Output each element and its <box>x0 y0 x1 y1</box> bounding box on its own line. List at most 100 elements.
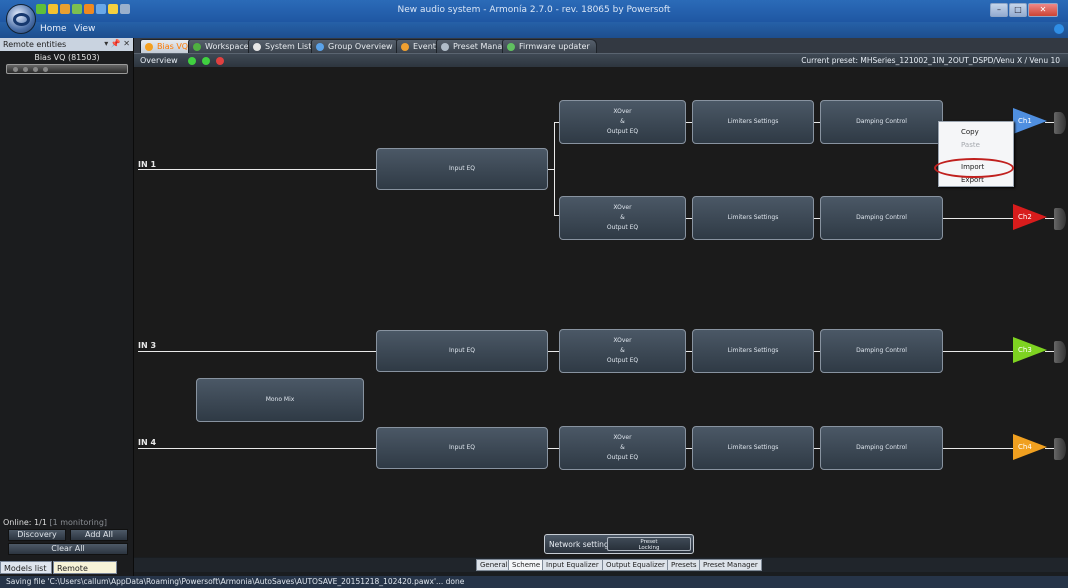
list-icon <box>253 43 261 51</box>
minimize-button[interactable]: – <box>990 3 1008 17</box>
tab-system-list[interactable]: System List <box>248 39 319 53</box>
speaker-icon <box>1054 438 1066 460</box>
xover-output-eq-block-3[interactable]: XOver & Output EQ <box>559 329 686 373</box>
channel-label-2: Ch2 <box>1018 213 1032 221</box>
app-logo-icon <box>13 13 30 26</box>
monitoring-count: [1 monitoring] <box>49 518 108 527</box>
tab-bias-vq[interactable]: Bias VQ <box>140 39 196 53</box>
input-label-3: IN 3 <box>138 341 157 350</box>
title-bar: New audio system - Armonía 2.7.0 - rev. … <box>0 0 1068 22</box>
limiters-block-1[interactable]: Limiters Settings <box>692 100 814 144</box>
damping-block-1[interactable]: Damping Control <box>820 100 943 144</box>
xover-output-eq-block-2[interactable]: XOver & Output EQ <box>559 196 686 240</box>
channel-label-3: Ch3 <box>1018 346 1032 354</box>
close-button[interactable]: ✕ <box>1028 3 1058 17</box>
device-thumbnail[interactable] <box>6 64 128 74</box>
status-led-icon <box>188 57 196 65</box>
menu-item-paste[interactable]: Paste <box>961 141 980 149</box>
panel-title: Remote entities <box>3 40 67 49</box>
signal-line <box>548 351 559 352</box>
ribbon-tabs: Home View <box>0 22 1068 38</box>
tab-firmware-updater[interactable]: Firmware updater <box>502 39 597 53</box>
tab-presets[interactable]: Presets <box>667 559 701 571</box>
tab-workspace[interactable]: Workspace <box>188 39 256 53</box>
device-led-icon <box>43 67 48 72</box>
menu-item-copy[interactable]: Copy <box>961 128 979 136</box>
signal-line <box>943 448 1013 449</box>
status-led-icon <box>202 57 210 65</box>
ribbon-tab-view[interactable]: View <box>74 24 95 34</box>
input-label-4: IN 4 <box>138 438 157 447</box>
mono-mix-block[interactable]: Mono Mix <box>196 378 364 422</box>
remote-entities-panel: Remote entities ▾ 📌 ✕ Bias VQ (81503) On… <box>0 38 134 582</box>
signal-line <box>943 351 1013 352</box>
group-icon <box>316 43 324 51</box>
tab-output-equalizer[interactable]: Output Equalizer <box>602 559 669 571</box>
channel-label-4: Ch4 <box>1018 443 1032 451</box>
device-led-icon <box>23 67 28 72</box>
tab-scheme[interactable]: Scheme <box>508 559 545 571</box>
limiters-block-2[interactable]: Limiters Settings <box>692 196 814 240</box>
damping-block-2[interactable]: Damping Control <box>820 196 943 240</box>
damping-block-4[interactable]: Damping Control <box>820 426 943 470</box>
application-menu-button[interactable] <box>6 4 36 34</box>
input-eq-block-1[interactable]: Input EQ <box>376 148 548 190</box>
view-tabs: General Scheme Input Equalizer Output Eq… <box>134 558 1068 572</box>
window-title: New audio system - Armonía 2.7.0 - rev. … <box>397 5 671 15</box>
overview-bar: Overview Current preset: MHSeries_121002… <box>134 53 1068 67</box>
limiters-block-4[interactable]: Limiters Settings <box>692 426 814 470</box>
signal-line <box>554 122 555 215</box>
current-preset: Current preset: MHSeries_121002_1IN_2OUT… <box>801 56 1060 65</box>
overview-label[interactable]: Overview <box>140 56 178 65</box>
speaker-icon <box>1054 208 1066 230</box>
status-bar: Saving file 'C:\Users\callum\AppData\Roa… <box>0 576 1068 588</box>
online-count: Online: 1/1 <box>3 518 47 527</box>
workspace-icon <box>193 43 201 51</box>
signal-line <box>138 448 376 449</box>
limiters-block-3[interactable]: Limiters Settings <box>692 329 814 373</box>
tab-remote-entities[interactable]: Remote entities <box>53 561 117 582</box>
discovery-button[interactable]: Discovery <box>8 529 66 541</box>
speaker-icon <box>1054 112 1066 134</box>
network-settings-panel: Network settings Preset Locking <box>544 534 694 554</box>
signal-line <box>943 218 1013 219</box>
panel-controls[interactable]: ▾ 📌 ✕ <box>104 39 130 48</box>
search-icon <box>145 43 153 51</box>
tab-models-list[interactable]: Models list <box>0 561 52 574</box>
input-eq-block-3[interactable]: Input EQ <box>376 330 548 372</box>
device-name[interactable]: Bias VQ (81503) <box>0 53 134 62</box>
clear-all-button[interactable]: Clear All <box>8 543 128 555</box>
speaker-icon <box>1054 341 1066 363</box>
ribbon-tab-home[interactable]: Home <box>40 24 67 34</box>
tab-group-overview[interactable]: Group Overview <box>311 39 400 53</box>
import-highlight-annotation <box>934 158 1014 178</box>
maximize-button[interactable]: □ <box>1009 3 1027 17</box>
damping-block-3[interactable]: Damping Control <box>820 329 943 373</box>
preset-locking-button[interactable]: Preset Locking <box>607 537 691 551</box>
preset-icon <box>441 43 449 51</box>
device-led-icon <box>13 67 18 72</box>
document-tabs: Bias VQ Workspace System List Group Over… <box>134 38 1068 53</box>
signal-line <box>138 169 376 170</box>
input-label-1: IN 1 <box>138 160 157 169</box>
channel-label-1: Ch1 <box>1018 117 1032 125</box>
signal-line <box>548 448 559 449</box>
device-led-icon <box>33 67 38 72</box>
online-status: Online: 1/1 [1 monitoring] <box>3 518 107 527</box>
tab-preset-manager-bottom[interactable]: Preset Manager <box>699 559 762 571</box>
tab-general[interactable]: General <box>476 559 512 571</box>
help-icon[interactable] <box>1054 24 1064 34</box>
xover-output-eq-block-4[interactable]: XOver & Output EQ <box>559 426 686 470</box>
firmware-icon <box>507 43 515 51</box>
warning-icon <box>401 43 409 51</box>
panel-header: Remote entities ▾ 📌 ✕ <box>0 38 133 51</box>
scheme-canvas: IN 1 Input EQ XOver & Output EQ Limiters S… <box>134 67 1068 557</box>
mute-icon[interactable] <box>216 57 224 65</box>
tab-input-equalizer[interactable]: Input Equalizer <box>542 559 603 571</box>
network-settings-label: Network settings <box>549 540 613 549</box>
signal-line <box>138 351 376 352</box>
xover-output-eq-block-1[interactable]: XOver & Output EQ <box>559 100 686 144</box>
panel-tabs: Models list Remote entities <box>0 561 134 582</box>
input-eq-block-4[interactable]: Input EQ <box>376 427 548 469</box>
add-all-button[interactable]: Add All <box>70 529 128 541</box>
